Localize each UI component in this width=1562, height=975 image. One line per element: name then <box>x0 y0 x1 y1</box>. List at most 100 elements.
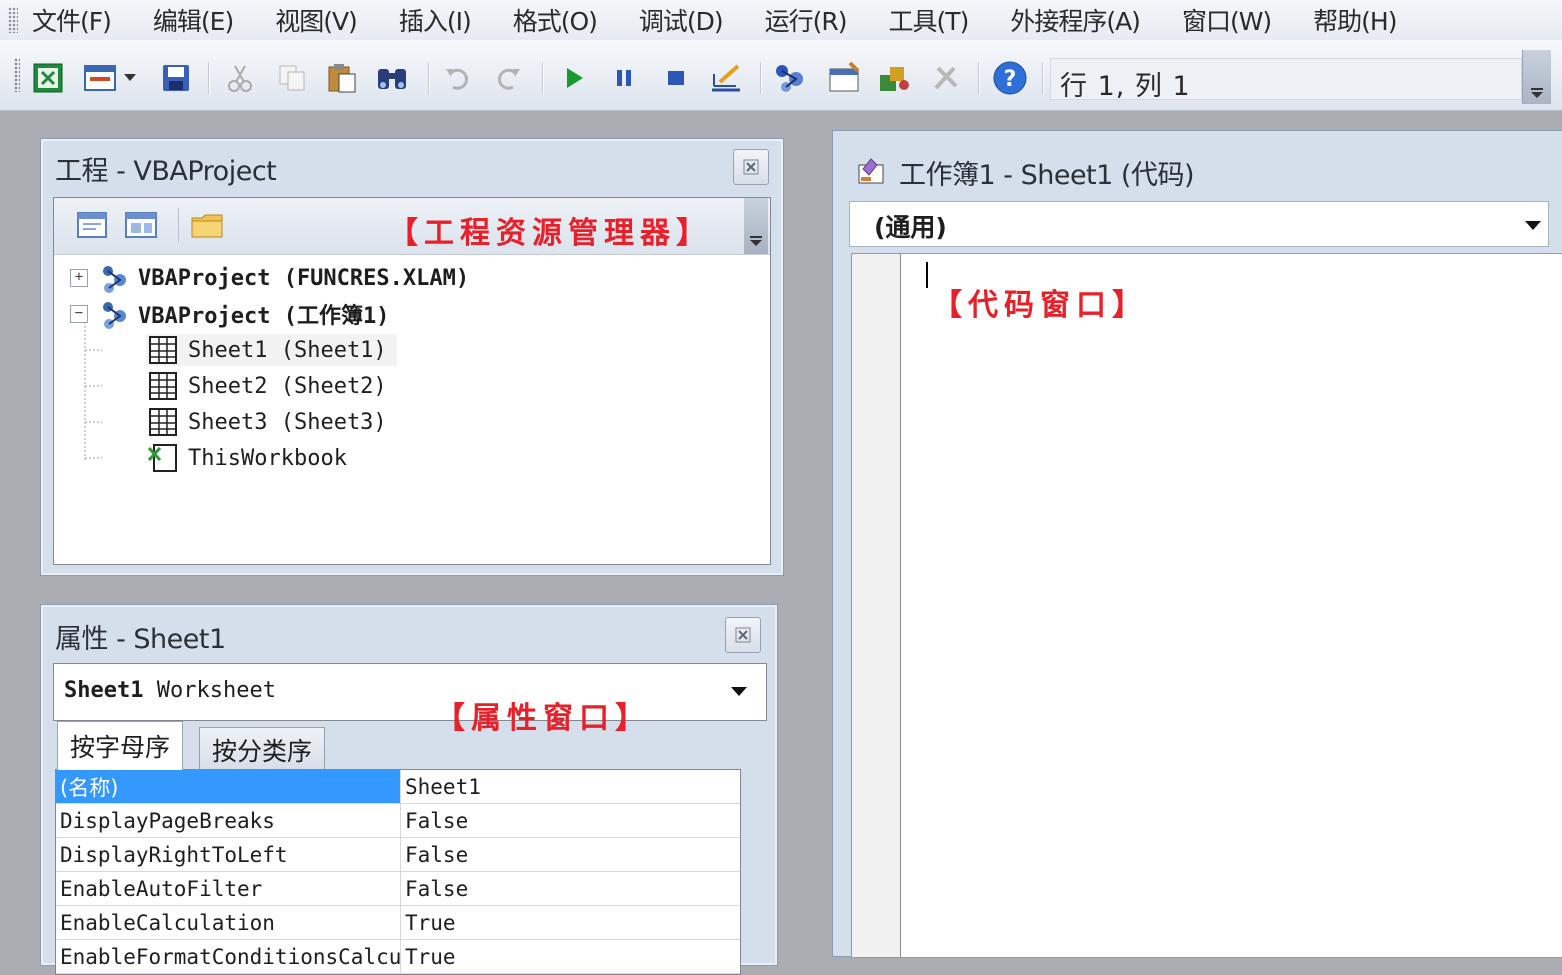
code-window-title: 工作簿1 - Sheet1 (代码) <box>899 160 1194 191</box>
project-explorer-panel: 工程 - VBAProject 【工程资源管理器】 + VBAProject (… <box>40 138 784 576</box>
worksheet-icon <box>149 372 177 400</box>
project-tree: + VBAProject (FUNCRES.XLAM) − VBAProject… <box>60 262 760 558</box>
object-browser-icon[interactable] <box>876 60 912 96</box>
chevron-down-icon[interactable] <box>730 686 748 698</box>
object-selector-combo[interactable]: Sheet1 Worksheet <box>53 663 767 721</box>
tree-node-label: VBAProject (FUNCRES.XLAM) <box>138 265 470 291</box>
property-value[interactable]: False <box>401 872 740 905</box>
object-combo[interactable]: (通用) <box>849 201 1549 247</box>
property-row[interactable]: DisplayRightToLeft False <box>56 838 740 872</box>
property-row[interactable]: EnableAutoFilter False <box>56 872 740 906</box>
paste-icon[interactable] <box>324 60 360 96</box>
save-icon[interactable] <box>158 60 194 96</box>
toolbar-separator <box>760 62 762 94</box>
undo-icon[interactable] <box>440 60 476 96</box>
object-type: Worksheet <box>156 678 276 703</box>
toolbar-separator <box>208 62 210 94</box>
break-icon[interactable] <box>606 60 642 96</box>
toolbar-separator <box>178 208 179 242</box>
menu-format[interactable]: 格式(O) <box>513 2 598 38</box>
tree-node-workbook1[interactable]: − VBAProject (工作簿1) <box>70 298 389 330</box>
code-window: 工作簿1 - Sheet1 (代码) (通用) 【代码窗口】 <box>832 130 1562 958</box>
property-value[interactable]: Sheet1 <box>401 770 740 803</box>
worksheet-icon <box>149 408 177 436</box>
svg-text:?: ? <box>1004 67 1017 92</box>
tree-node-sheet1[interactable]: Sheet1 (Sheet1) <box>146 334 397 366</box>
tree-node-funcres[interactable]: + VBAProject (FUNCRES.XLAM) <box>70 262 469 294</box>
redo-icon[interactable] <box>490 60 526 96</box>
menu-file[interactable]: 文件(F) <box>32 2 112 38</box>
project-explorer-annotation: 【工程资源管理器】 <box>388 216 712 251</box>
vbaproject-icon <box>103 302 126 329</box>
menu-help[interactable]: 帮助(H) <box>1313 2 1397 38</box>
tree-node-label: Sheet1 (Sheet1) <box>188 337 387 363</box>
menu-insert[interactable]: 插入(I) <box>399 2 472 38</box>
property-name: EnableFormatConditionsCalculation <box>56 940 401 973</box>
worksheet-icon <box>149 336 177 364</box>
properties-grid: (名称) Sheet1 DisplayPageBreaks False Disp… <box>55 769 741 975</box>
menu-debug[interactable]: 调试(D) <box>639 2 724 38</box>
reset-icon[interactable] <box>658 60 694 96</box>
chevron-down-icon[interactable] <box>1524 220 1542 232</box>
property-row[interactable]: EnableFormatConditionsCalculation True <box>56 940 740 974</box>
toggle-folders-icon[interactable] <box>190 210 226 244</box>
project-explorer-toolbar: 【工程资源管理器】 <box>54 198 770 255</box>
properties-title: 属性 - Sheet1 <box>55 624 226 655</box>
toolbar-options-button[interactable] <box>1522 50 1551 104</box>
menubar-grip[interactable] <box>8 7 18 33</box>
excel-icon[interactable] <box>30 60 66 96</box>
toolbar-grip[interactable] <box>14 58 20 92</box>
run-icon[interactable] <box>556 60 592 96</box>
object-name: Sheet1 <box>64 678 144 703</box>
toolbox-icon[interactable] <box>928 60 964 96</box>
menu-edit[interactable]: 编辑(E) <box>153 2 234 38</box>
property-row[interactable]: EnableCalculation True <box>56 906 740 940</box>
property-value[interactable]: True <box>401 940 740 973</box>
property-value[interactable]: True <box>401 906 740 939</box>
copy-icon[interactable] <box>274 60 310 96</box>
close-project-explorer-button[interactable] <box>733 149 769 185</box>
toolbar-overflow-button[interactable] <box>744 198 768 254</box>
toolbar-separator <box>1042 62 1044 94</box>
property-row[interactable]: DisplayPageBreaks False <box>56 804 740 838</box>
menu-addins[interactable]: 外接程序(A) <box>1010 2 1141 38</box>
project-explorer-icon[interactable] <box>772 60 808 96</box>
menu-tools[interactable]: 工具(T) <box>889 2 970 38</box>
view-object-icon[interactable] <box>124 210 158 244</box>
cursor-position-label: 行 1, 列 1 <box>1060 71 1191 102</box>
close-properties-button[interactable] <box>725 617 761 653</box>
tree-node-label: VBAProject (工作簿1) <box>138 304 390 329</box>
help-icon[interactable]: ? <box>992 60 1028 96</box>
find-icon[interactable] <box>374 60 410 96</box>
view-code-icon[interactable] <box>76 210 108 244</box>
code-margin-indicator-bar[interactable] <box>852 254 901 957</box>
properties-window-icon[interactable] <box>826 60 862 96</box>
tree-node-label: Sheet3 (Sheet3) <box>188 409 387 435</box>
insert-userform-icon[interactable] <box>82 60 118 96</box>
tree-node-label: ThisWorkbook <box>188 445 347 471</box>
tree-node-sheet2[interactable]: Sheet2 (Sheet2) <box>146 370 387 402</box>
code-editor[interactable]: 【代码窗口】 <box>851 253 1562 958</box>
property-name: DisplayRightToLeft <box>56 838 401 871</box>
toolbar-separator <box>428 62 430 94</box>
design-mode-icon[interactable] <box>708 60 744 96</box>
menu-run[interactable]: 运行(R) <box>765 2 848 38</box>
tree-node-sheet3[interactable]: Sheet3 (Sheet3) <box>146 406 387 438</box>
tree-node-thisworkbook[interactable]: ThisWorkbook <box>146 442 347 474</box>
property-name: (名称) <box>56 770 401 803</box>
menu-window[interactable]: 窗口(W) <box>1182 2 1272 38</box>
tab-alphabetic[interactable]: 按字母序 <box>57 721 184 770</box>
expand-icon[interactable]: + <box>70 269 88 287</box>
cut-icon[interactable] <box>222 60 258 96</box>
properties-panel: 属性 - Sheet1 Sheet1 Worksheet 【属性窗口】 按字母序… <box>40 604 778 975</box>
project-explorer-title: 工程 - VBAProject <box>55 156 277 187</box>
collapse-icon[interactable]: − <box>70 305 88 323</box>
dropdown-arrow-icon[interactable] <box>120 60 140 96</box>
property-row[interactable]: (名称) Sheet1 <box>56 770 740 804</box>
vbaproject-icon <box>103 266 126 293</box>
menu-view[interactable]: 视图(V) <box>275 2 358 38</box>
property-value[interactable]: False <box>401 804 740 837</box>
property-value[interactable]: False <box>401 838 740 871</box>
tab-categorized[interactable]: 按分类序 <box>199 727 326 772</box>
tree-node-label: Sheet2 (Sheet2) <box>188 373 387 399</box>
